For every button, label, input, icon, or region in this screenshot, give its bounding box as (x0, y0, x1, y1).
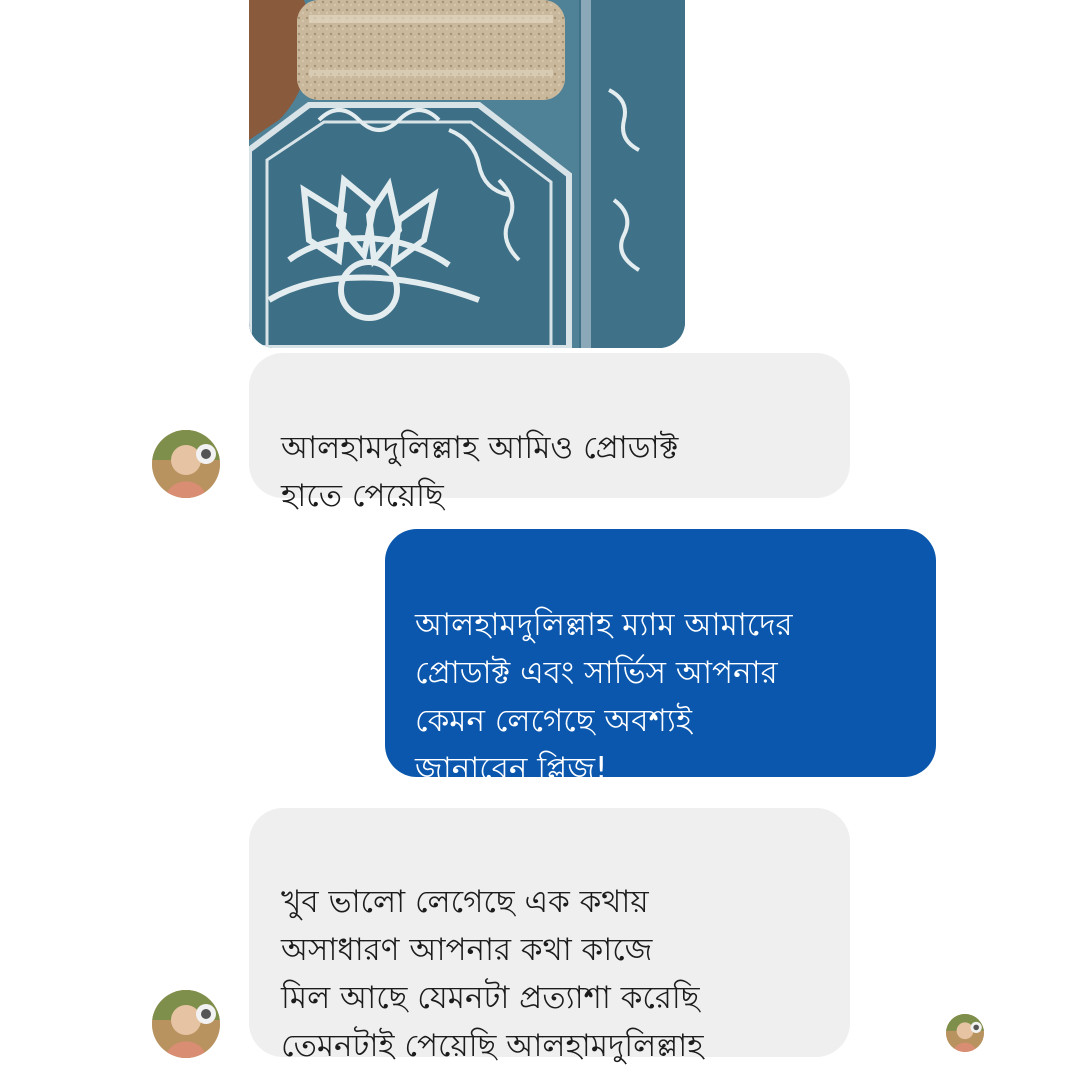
outgoing-message-bubble[interactable]: আলহামদুলিল্লাহ ম্যাম আমাদের প্রোডাক্ট এব… (385, 529, 936, 787)
incoming-message-bubble[interactable]: খুব ভালো লেগেছে এক কথায় অসাধারণ আপনার ক… (249, 808, 850, 1064)
message-text: খুব ভালো লেগেছে এক কথায় অসাধারণ আপনার ক… (281, 884, 704, 1064)
shared-product-photo[interactable] (249, 0, 685, 348)
product-jar-on-patterned-floor-image (249, 0, 685, 348)
customer-avatar-icon[interactable] (152, 990, 220, 1058)
message-text: আলহামদুলিল্লাহ ম্যাম আমাদের প্রোডাক্ট এব… (415, 607, 793, 787)
incoming-message-bubble[interactable]: আলহামদুলিল্লাহ আমিও প্রোডাক্ট হাতে পেয়ে… (249, 353, 850, 514)
message-text: আলহামদুলিল্লাহ আমিও প্রোডাক্ট হাতে পেয়ে… (281, 430, 679, 514)
customer-avatar-icon[interactable] (152, 430, 220, 498)
seen-receipt-avatar-icon (946, 1014, 984, 1052)
